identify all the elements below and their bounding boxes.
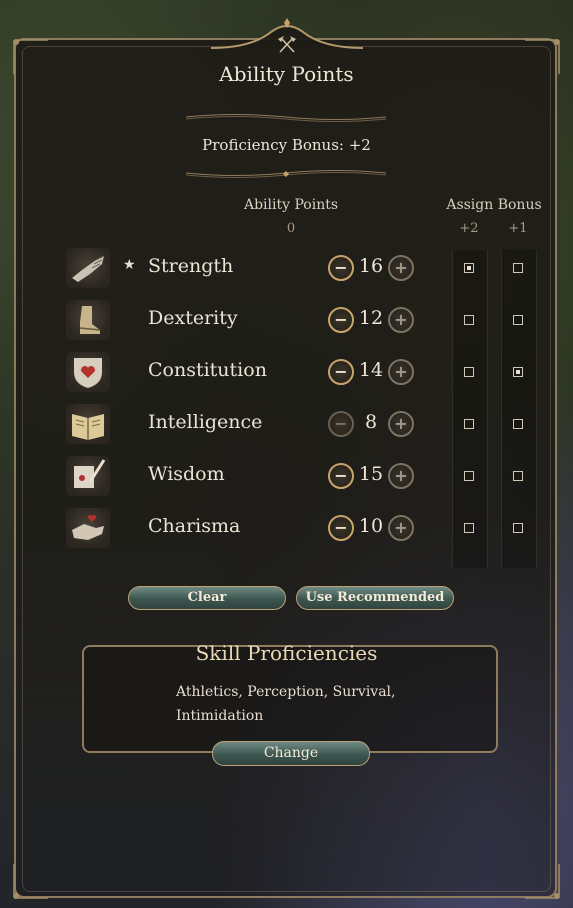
ability-score: 12: [358, 307, 384, 329]
ability-name: Dexterity: [148, 307, 238, 329]
ability-row: ★ Strength −16 +: [0, 243, 573, 293]
use-recommended-button[interactable]: Use Recommended: [296, 586, 454, 610]
bonus-plus2-checkbox[interactable]: [464, 471, 474, 481]
bonus-plus2-checkbox[interactable]: [464, 523, 474, 533]
ability-row: Wisdom −15 +: [0, 451, 573, 501]
bonus-plus1-checkbox[interactable]: [513, 471, 523, 481]
hand-heart-icon: [66, 508, 110, 548]
bonus-plus1-checkbox[interactable]: [513, 419, 523, 429]
proficiency-divider: [186, 170, 386, 178]
boot-icon: [66, 300, 110, 340]
ability-name: Charisma: [148, 515, 241, 537]
decrease-button[interactable]: −: [328, 515, 354, 541]
bonus-plus2-checkbox[interactable]: [464, 419, 474, 429]
increase-button[interactable]: +: [388, 359, 414, 385]
assign-bonus-header: Assign Bonus: [446, 197, 542, 213]
increase-button[interactable]: +: [388, 515, 414, 541]
corner-ornament-icon: [525, 864, 560, 899]
skill-proficiencies-list: Athletics, Perception, Survival, Intimid…: [176, 684, 396, 724]
proficiency-bonus: Proficiency Bonus: +2: [202, 136, 371, 154]
ability-row: Dexterity −12 +: [0, 295, 573, 345]
primary-ability-star-icon: ★: [123, 257, 136, 273]
decrease-button[interactable]: −: [328, 463, 354, 489]
title-divider: [186, 114, 386, 122]
ability-row: Constitution −14 +: [0, 347, 573, 397]
clear-button[interactable]: Clear: [128, 586, 286, 610]
bonus-plus2-checkbox[interactable]: [464, 367, 474, 377]
ability-score: 16: [358, 255, 384, 277]
crossed-axes-icon: [278, 36, 296, 53]
decrease-button[interactable]: −: [328, 411, 354, 437]
bonus-plus1-header: +1: [508, 221, 528, 236]
bonus-plus1-checkbox[interactable]: [513, 263, 523, 273]
corner-ornament-icon: [13, 864, 48, 899]
decrease-button[interactable]: −: [328, 307, 354, 333]
panel-title: Ability Points: [219, 62, 354, 86]
ability-score: 15: [358, 463, 384, 485]
bonus-plus2-header: +2: [459, 221, 479, 236]
ability-name: Wisdom: [148, 463, 225, 485]
ability-points-remaining: 0: [286, 221, 296, 236]
bonus-plus1-checkbox[interactable]: [513, 367, 523, 377]
change-skills-button[interactable]: Change: [212, 741, 370, 766]
increase-button[interactable]: +: [388, 411, 414, 437]
book-icon: [66, 404, 110, 444]
bonus-plus2-checkbox[interactable]: [464, 263, 474, 273]
skill-proficiencies-title: Skill Proficiencies: [195, 641, 378, 665]
bonus-plus1-checkbox[interactable]: [513, 315, 523, 325]
bonus-plus2-checkbox[interactable]: [464, 315, 474, 325]
ability-name: Intelligence: [148, 411, 263, 433]
gauntlet-icon: [66, 248, 110, 288]
ability-row: Intelligence −8 +: [0, 399, 573, 449]
ability-name: Strength: [148, 255, 234, 277]
heart-shield-icon: [66, 352, 110, 392]
increase-button[interactable]: +: [388, 255, 414, 281]
decrease-button[interactable]: −: [328, 255, 354, 281]
ability-score: 14: [358, 359, 384, 381]
ability-points-header: Ability Points: [243, 197, 339, 213]
increase-button[interactable]: +: [388, 463, 414, 489]
decrease-button[interactable]: −: [328, 359, 354, 385]
ability-score: 10: [358, 515, 384, 537]
ability-name: Constitution: [148, 359, 267, 381]
scroll-quill-icon: [66, 456, 110, 496]
ability-row: Charisma −10 +: [0, 503, 573, 553]
increase-button[interactable]: +: [388, 307, 414, 333]
ability-score: 8: [364, 411, 378, 433]
bonus-plus1-checkbox[interactable]: [513, 523, 523, 533]
